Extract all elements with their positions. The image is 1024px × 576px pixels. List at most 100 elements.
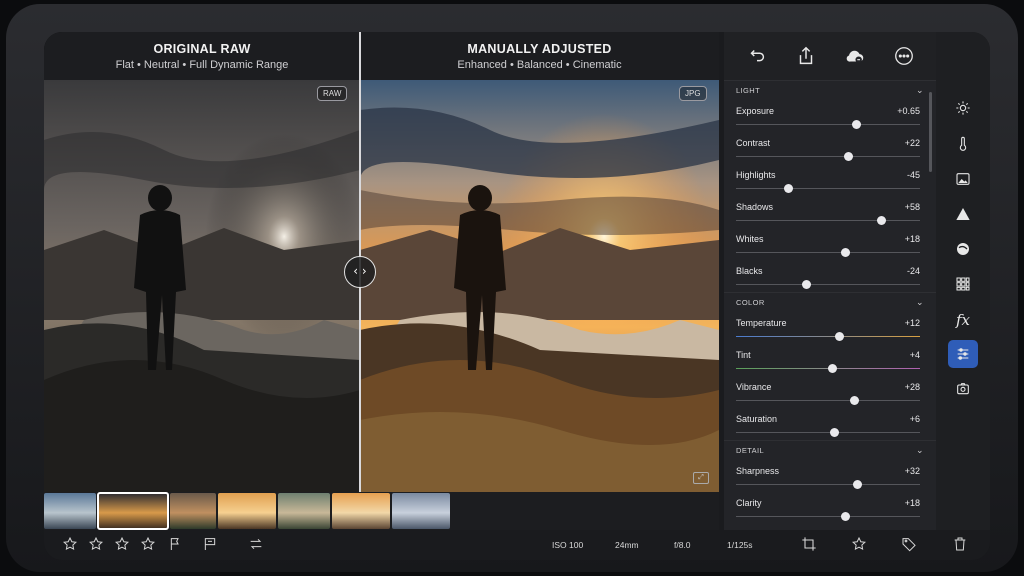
slider-temperature[interactable]: Temperature +12 xyxy=(724,312,936,344)
slider-exposure[interactable]: Exposure +0.65 xyxy=(724,100,936,132)
effects-tool[interactable]: fx xyxy=(948,306,978,334)
trash-icon[interactable] xyxy=(952,536,968,552)
star-icon[interactable] xyxy=(140,536,156,552)
compare-view[interactable]: ORIGINAL RAW Flat • Neutral • Full Dynam… xyxy=(44,32,719,492)
slider-value: +0.65 xyxy=(897,106,920,116)
slider-knob[interactable] xyxy=(835,332,845,341)
slider-track[interactable] xyxy=(736,156,920,157)
crop-icon[interactable] xyxy=(801,536,817,552)
slider-track[interactable] xyxy=(736,188,920,189)
slider-knob[interactable] xyxy=(827,364,837,373)
slider-shadows[interactable]: Shadows +58 xyxy=(724,196,936,228)
slider-track[interactable] xyxy=(736,220,920,221)
cloud-sync-icon[interactable] xyxy=(844,45,866,67)
slider-knob[interactable] xyxy=(849,396,859,405)
original-photo xyxy=(44,80,360,492)
compare-toggle-icon[interactable] xyxy=(248,536,264,552)
slider-track[interactable] xyxy=(736,400,920,401)
slider-sharpness[interactable]: Sharpness +32 xyxy=(724,460,936,492)
section-header-light[interactable]: LIGHT ⌄ xyxy=(724,80,936,100)
section-header-color[interactable]: COLOR ⌄ xyxy=(724,292,936,312)
slider-track[interactable] xyxy=(736,516,920,517)
panel-scrollbar[interactable] xyxy=(929,92,932,172)
auto-tool[interactable] xyxy=(948,375,978,403)
original-title: ORIGINAL RAW xyxy=(153,42,251,56)
slider-track[interactable] xyxy=(736,432,920,433)
slider-label: Tint xyxy=(736,350,751,360)
slider-label: Whites xyxy=(736,234,764,244)
slider-track[interactable] xyxy=(736,124,920,125)
slider-knob[interactable] xyxy=(840,512,850,521)
pick-flag-icon[interactable] xyxy=(202,536,218,552)
fullscreen-icon[interactable]: ⤢ xyxy=(693,472,709,484)
color-tool[interactable] xyxy=(948,235,978,263)
chevron-down-icon: ⌄ xyxy=(916,297,924,307)
slider-contrast[interactable]: Contrast +22 xyxy=(724,132,936,164)
slider-value: +22 xyxy=(904,138,920,148)
slider-knob[interactable] xyxy=(829,428,839,437)
slider-whites[interactable]: Whites +18 xyxy=(724,228,936,260)
grid-tool[interactable] xyxy=(948,270,978,298)
compare-handle[interactable]: ‹ › xyxy=(344,256,376,288)
slider-track[interactable] xyxy=(736,252,920,253)
filmstrip-thumbnail[interactable] xyxy=(170,493,216,529)
temperature-tool[interactable] xyxy=(948,130,978,158)
filmstrip-thumbnail[interactable] xyxy=(44,493,96,529)
app-screen: ORIGINAL RAW Flat • Neutral • Full Dynam… xyxy=(44,32,990,560)
favorite-star-icon[interactable] xyxy=(851,536,867,552)
star-icon[interactable] xyxy=(114,536,130,552)
slider-track[interactable] xyxy=(736,484,920,485)
chevron-down-icon: ⌄ xyxy=(916,85,924,95)
sliders-icon xyxy=(957,348,969,360)
slider-label: Sharpness xyxy=(736,466,780,476)
share-icon[interactable] xyxy=(795,45,817,67)
slider-saturation[interactable]: Saturation +6 xyxy=(724,408,936,440)
original-header: ORIGINAL RAW Flat • Neutral • Full Dynam… xyxy=(44,32,360,80)
slider-label: Saturation xyxy=(736,414,778,424)
filmstrip-thumbnail[interactable] xyxy=(218,493,276,529)
bottom-toolbar: ISO 100 24mm f/8.0 1/125s xyxy=(44,530,990,560)
slider-knob[interactable] xyxy=(877,216,887,225)
light-tool[interactable] xyxy=(948,94,978,122)
slider-knob[interactable] xyxy=(801,280,811,289)
slider-knob[interactable] xyxy=(844,152,854,161)
more-icon[interactable] xyxy=(893,45,915,67)
sun-icon xyxy=(956,101,970,115)
slider-label: Clarity xyxy=(736,498,762,508)
slider-highlights[interactable]: Highlights -45 xyxy=(724,164,936,196)
focal-length-readout: 24mm xyxy=(615,540,639,550)
star-icon[interactable] xyxy=(88,536,104,552)
slider-value: +58 xyxy=(904,202,920,212)
slider-track[interactable] xyxy=(736,284,920,285)
slider-track[interactable] xyxy=(736,336,920,337)
slider-knob[interactable] xyxy=(783,184,793,193)
slider-knob[interactable] xyxy=(853,480,863,489)
filmstrip-thumbnail[interactable] xyxy=(278,493,330,529)
filmstrip-thumbnail[interactable] xyxy=(392,493,450,529)
adjust-tool[interactable] xyxy=(948,340,978,368)
section-header-detail[interactable]: DETAIL ⌄ xyxy=(724,440,936,460)
adjusted-title: MANUALLY ADJUSTED xyxy=(467,42,612,56)
thermometer-icon xyxy=(959,136,967,151)
slider-label: Blacks xyxy=(736,266,763,276)
slider-clarity[interactable]: Clarity +18 xyxy=(724,492,936,524)
filmstrip-thumbnail[interactable] xyxy=(332,493,390,529)
image-icon xyxy=(956,173,970,185)
adjusted-photo xyxy=(360,80,719,492)
image-tool[interactable] xyxy=(948,165,978,193)
slider-knob[interactable] xyxy=(840,248,850,257)
filmstrip-thumbnail[interactable] xyxy=(97,492,169,530)
mask-tool[interactable] xyxy=(948,200,978,228)
star-icon[interactable] xyxy=(62,536,78,552)
section-title: COLOR xyxy=(736,298,765,307)
reject-flag-icon[interactable] xyxy=(168,536,184,552)
auto-enhance-icon xyxy=(957,383,969,395)
slider-blacks[interactable]: Blacks -24 xyxy=(724,260,936,292)
slider-vibrance[interactable]: Vibrance +28 xyxy=(724,376,936,408)
grid-icon xyxy=(956,277,970,291)
slider-tint[interactable]: Tint +4 xyxy=(724,344,936,376)
undo-icon[interactable] xyxy=(746,45,768,67)
slider-knob[interactable] xyxy=(851,120,861,129)
slider-value: +6 xyxy=(909,414,920,424)
tag-icon[interactable] xyxy=(901,536,917,552)
